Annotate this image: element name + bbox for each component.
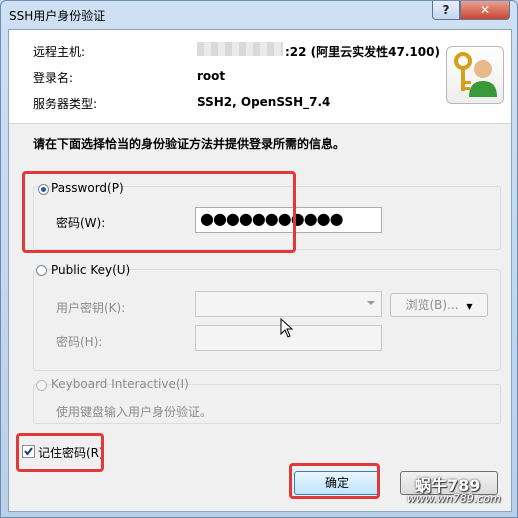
watermark: 蜗牛789 www.wn789.com xyxy=(385,472,513,512)
host-label: 远程主机: xyxy=(33,45,86,59)
keyboard-interactive-radio[interactable] xyxy=(36,380,47,391)
user-key-dropdown[interactable] xyxy=(195,291,382,317)
dialog-body: 远程主机: :22 (阿里云实发性47.100) 登录名: root 服务器类型… xyxy=(8,29,512,512)
user-key-label: 用户密钥(K): xyxy=(56,301,126,315)
instruction-text: 请在下面选择恰当的身份验证方法并提供登录所需的信息。 xyxy=(33,137,346,151)
chevron-down-icon xyxy=(367,301,375,305)
password-highlight-box xyxy=(22,171,296,253)
publickey-radio[interactable] xyxy=(36,265,47,276)
passphrase-label: 密码(H): xyxy=(56,335,103,349)
keyboard-interactive-label[interactable]: Keyboard Interactive(I) xyxy=(51,377,189,391)
server-type-label: 服务器类型: xyxy=(33,97,98,111)
key-user-icon xyxy=(446,46,504,104)
server-type-value: SSH2, OpenSSH_7.4 xyxy=(197,95,331,109)
help-button[interactable]: ? xyxy=(432,1,460,20)
connection-info-panel: 远程主机: :22 (阿里云实发性47.100) 登录名: root 服务器类型… xyxy=(9,30,511,124)
browse-button[interactable]: 浏览(B)... ▼ xyxy=(390,293,488,317)
watermark-domain: www.wn789.com xyxy=(407,492,501,505)
remember-highlight-box xyxy=(16,433,104,472)
dropdown-arrow-icon: ▼ xyxy=(466,302,473,311)
window-title: SSH用户身份验证 xyxy=(9,9,106,23)
ok-highlight-box xyxy=(289,463,380,499)
close-button[interactable]: ✕ xyxy=(460,1,510,20)
host-blurred-ip xyxy=(197,42,283,56)
host-value: :22 (阿里云实发性47.100) xyxy=(285,45,440,59)
keyboard-interactive-desc: 使用键盘输入用户身份验证。 xyxy=(56,405,213,419)
browse-label: 浏览(B)... xyxy=(405,298,459,312)
publickey-radio-label[interactable]: Public Key(U) xyxy=(51,263,130,277)
mouse-cursor-icon xyxy=(280,318,294,338)
user-label: 登录名: xyxy=(33,71,74,85)
publickey-group xyxy=(33,269,501,371)
title-bar[interactable]: SSH用户身份验证 ? ✕ xyxy=(1,1,517,29)
ssh-auth-dialog: SSH用户身份验证 ? ✕ 远程主机: :22 (阿里云实发性47.100) 登… xyxy=(0,0,518,518)
user-value: root xyxy=(197,69,226,83)
